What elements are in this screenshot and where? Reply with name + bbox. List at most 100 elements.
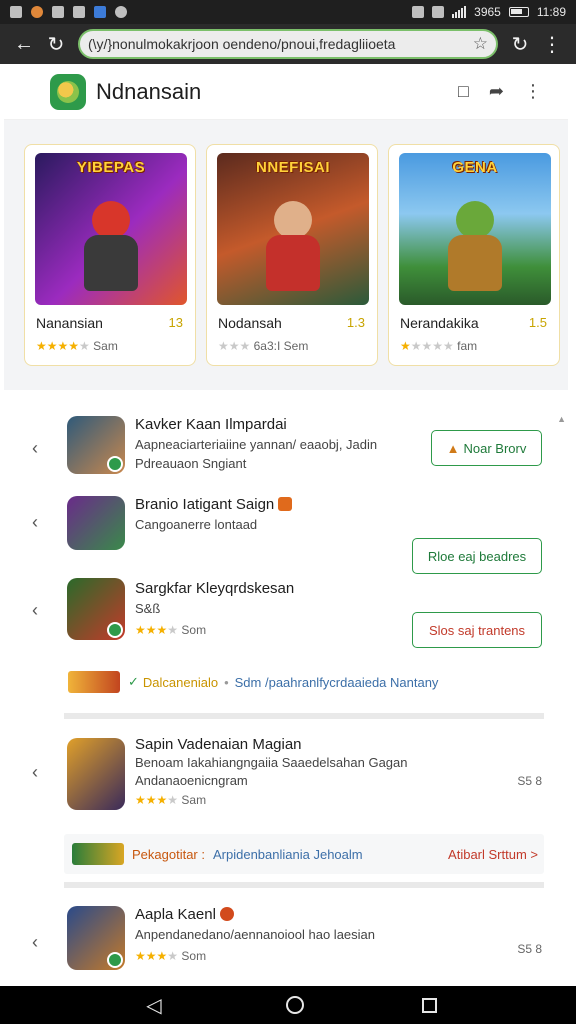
star-rating: ★★★★	[135, 949, 179, 963]
notification-icons	[10, 6, 127, 18]
back-triangle-icon[interactable]: ◁	[139, 993, 169, 1018]
game-list: ▲ ‹ Kavker Kaan Ilmpardai Aapneaciarteri…	[4, 400, 568, 985]
primary-action-button[interactable]: ▲ Noar Brorv	[431, 430, 542, 466]
button-label: Slos saj trantens	[428, 622, 526, 638]
game-description: Benoam Iakahiangngaiia Saaedelsahan Gaga…	[135, 755, 408, 770]
system-navigation-bar: ◁	[0, 986, 576, 1024]
back-button[interactable]: ←	[8, 28, 40, 60]
rating-row: ★★★★★ Sam	[36, 339, 118, 353]
game-title: Aapla Kaenl	[135, 906, 234, 923]
star-rating: ★★★	[218, 339, 251, 353]
promo-banner[interactable]: Pekagotitar : Arpidenbanliania Jehoalm A…	[64, 834, 544, 874]
featured-carousel: YIBEPAS Nanansian 13 ★★★★★ Sam NNEFISAI …	[4, 120, 568, 390]
app-logo-icon	[50, 73, 86, 110]
recents-square-icon[interactable]	[422, 997, 438, 1013]
network-label: 3965	[474, 5, 501, 19]
more-vert-icon: ⋮	[542, 33, 562, 56]
game-artwork: YIBEPAS	[35, 153, 187, 305]
game-description: Aapneaciarteriaiine yannan/ eaaobj, Jadi…	[135, 437, 378, 452]
vibrate-icon	[412, 6, 425, 18]
app-header: Ndnansain □ ➦ ⋮	[4, 64, 568, 120]
check-icon: ✓	[128, 674, 139, 689]
featured-card[interactable]: GENA Nerandakika 1.5 ★★★★★ fam	[388, 144, 560, 366]
list-item[interactable]: ‹ Sargkfar Kleyqrdskesan S&ß ★★★★ Som Sl…	[4, 576, 554, 648]
star-rating: ★★★★★	[400, 339, 454, 353]
section-divider	[64, 713, 544, 719]
shield-icon	[219, 907, 234, 921]
url-text[interactable]: (\y/}nonulmokakrjoon oendeno/pnoui,freda…	[88, 36, 469, 52]
game-name: Nerandakika	[400, 315, 479, 331]
game-subtitle: S&ß	[135, 601, 161, 616]
chevron-left-icon[interactable]: ‹	[32, 512, 38, 533]
star-rating: ★★★★	[135, 793, 179, 807]
star-rating: ★★★★	[135, 623, 179, 637]
chevron-left-icon[interactable]: ‹	[32, 932, 38, 953]
star-icon[interactable]: ☆	[473, 34, 488, 54]
game-icon	[67, 496, 125, 550]
game-icon	[67, 738, 125, 810]
promo-label: Pekagotitar :	[132, 846, 205, 862]
reload-icon: ↻	[47, 33, 65, 56]
battery-icon	[508, 7, 529, 17]
reload-button[interactable]: ↻	[40, 28, 72, 60]
app-notification-icon	[31, 6, 43, 18]
home-circle-icon[interactable]	[286, 996, 305, 1014]
nfc-icon	[432, 6, 445, 18]
browser-toolbar: ← ↻ (\y/}nonulmokakrjoon oendeno/pnoui,f…	[0, 24, 576, 64]
promo-text: Sdm /paahranlfycrdaaieda Nantany	[234, 674, 439, 690]
verified-badge-icon	[107, 952, 123, 968]
button-label: Noar Brorv	[463, 440, 527, 456]
browser-menu-button[interactable]: ⋮	[536, 28, 568, 60]
rating-row: ★★★★ Som	[135, 949, 206, 963]
more-vert-icon[interactable]: ⋮	[524, 81, 542, 102]
url-bar[interactable]: (\y/}nonulmokakrjoon oendeno/pnoui,freda…	[78, 29, 498, 59]
game-name: Nodansah	[218, 315, 282, 331]
game-title: Sargkfar Kleyqrdskesan	[135, 580, 295, 597]
bookmark-icon[interactable]: □	[458, 81, 469, 102]
signal-icon	[452, 6, 467, 18]
rating-meta: fam	[457, 339, 478, 353]
list-item[interactable]: ‹ Branio Iatigant Saign Cangoanerre lont…	[4, 496, 554, 574]
promo-text: Arpidenbanliania Jehoalm	[213, 846, 363, 862]
character-figure	[262, 201, 324, 291]
secondary-action-button[interactable]: Slos saj trantens	[412, 612, 542, 648]
list-item[interactable]: ‹ Sapin Vadenaian Magian Benoam Iakahian…	[4, 736, 554, 810]
button-label: Rloe eaj beadres	[427, 548, 527, 564]
section-divider	[64, 882, 544, 888]
chevron-left-icon[interactable]: ‹	[32, 762, 38, 783]
star-rating: ★★★★★	[36, 339, 90, 353]
game-title: Branio Iatigant Saign	[135, 496, 293, 513]
game-icon	[67, 416, 125, 474]
game-developer: Pdreauaon Sngiant	[135, 456, 247, 471]
featured-card[interactable]: YIBEPAS Nanansian 13 ★★★★★ Sam	[24, 144, 196, 366]
chevron-left-icon[interactable]: ‹	[32, 438, 38, 459]
character-figure	[80, 201, 142, 291]
rating-row: ★★★★ Sam	[135, 793, 206, 807]
game-score: 13	[168, 315, 183, 330]
app-title: Ndnansain	[96, 78, 202, 104]
promo-logo	[68, 671, 120, 693]
artwork-title: YIBEPAS	[76, 159, 146, 176]
refresh-button[interactable]: ↻	[504, 28, 536, 60]
promo-logo	[72, 843, 124, 865]
promo-link[interactable]: Atibarl Srttum >	[448, 847, 538, 862]
game-title: Sapin Vadenaian Magian	[135, 736, 302, 753]
list-item[interactable]: ‹ Aapla Kaenl Anpendanedano/aennanoiool …	[4, 906, 554, 972]
game-size: S5 8	[517, 774, 542, 788]
game-score: 1.3	[346, 315, 365, 330]
scroll-indicator-icon[interactable]: ▲	[557, 414, 566, 424]
game-title: Kavker Kaan Ilmpardai	[135, 416, 287, 433]
download-icon: ▲	[446, 440, 460, 456]
share-icon[interactable]: ➦	[489, 81, 504, 102]
refresh-icon: ↻	[511, 33, 529, 56]
list-item[interactable]: ‹ Kavker Kaan Ilmpardai Aapneaciarteriai…	[4, 416, 554, 482]
rating-row: ★★★★★ fam	[400, 339, 477, 353]
game-artwork: NNEFISAI	[217, 153, 369, 305]
game-developer: Andanaoenicngram	[135, 773, 248, 788]
game-score: 1.5	[528, 315, 547, 330]
featured-card[interactable]: NNEFISAI Nodansah 1.3 ★★★ 6a3:I Sem	[206, 144, 378, 366]
chevron-left-icon[interactable]: ‹	[32, 600, 38, 621]
promo-banner[interactable]: ✓ Dalcanenialo • Sdm /paahranlfycrdaaied…	[68, 662, 548, 702]
rating-row: ★★★ 6a3:I Sem	[218, 339, 308, 353]
secondary-action-button[interactable]: Rloe eaj beadres	[412, 538, 542, 574]
